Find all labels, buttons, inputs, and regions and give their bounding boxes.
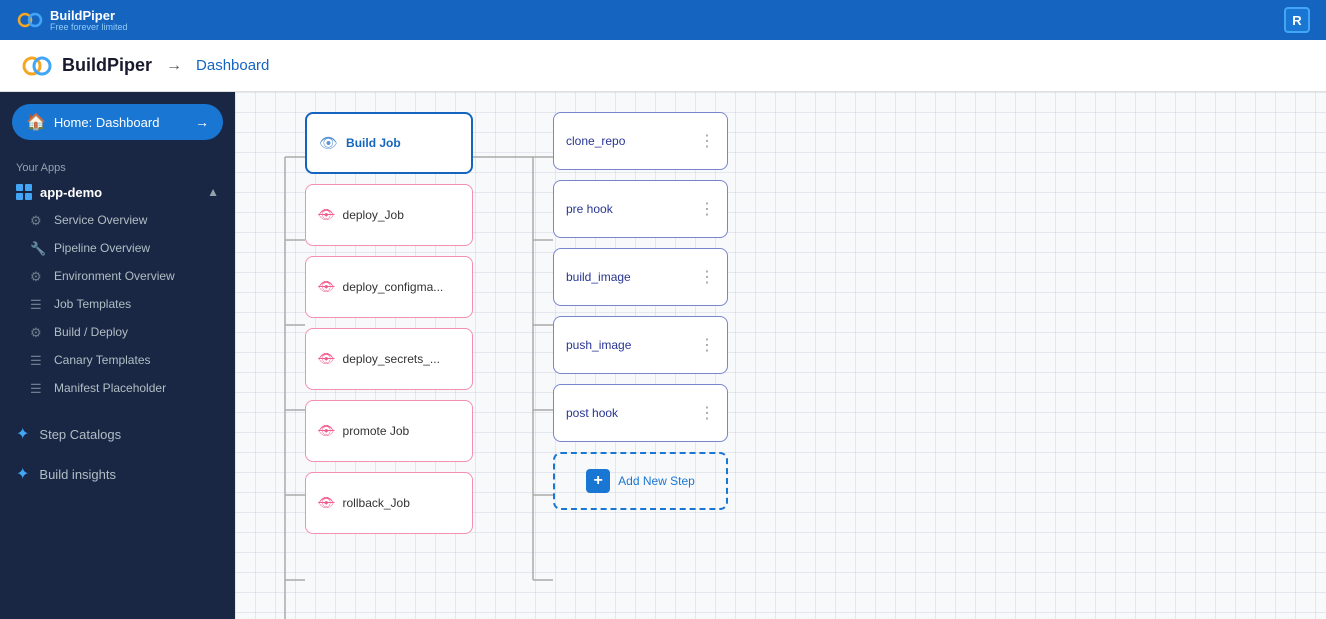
your-apps-label: Your Apps bbox=[0, 152, 235, 178]
subbar-arrow: → bbox=[166, 57, 182, 75]
step-card-build-image[interactable]: build_image ⋮ bbox=[553, 248, 728, 306]
add-new-step-button[interactable]: + Add New Step bbox=[553, 452, 728, 510]
step-label: build_image bbox=[566, 270, 631, 284]
step-card-clone-repo[interactable]: clone_repo ⋮ bbox=[553, 112, 728, 170]
job-card-label: deploy_configma... bbox=[343, 280, 444, 294]
sidebar-item-step-catalogs[interactable]: ✦ Step Catalogs bbox=[0, 414, 235, 454]
job-card-label: deploy_Job bbox=[343, 208, 404, 222]
job-card-label: Build Job bbox=[346, 136, 401, 150]
star-icon: ✦ bbox=[16, 464, 29, 484]
eye-off-icon: 👁 bbox=[318, 423, 335, 439]
sidebar-menu: ⚙ Service Overview 🔧 Pipeline Overview ⚙… bbox=[0, 206, 235, 402]
sidebar-item-build-deploy[interactable]: ⚙ Build / Deploy bbox=[0, 318, 235, 346]
chevron-up-icon: ▲ bbox=[207, 185, 219, 199]
content-area: 👁 Build Job 👁 deploy_Job 👁 deploy_config… bbox=[235, 92, 1326, 619]
doc-icon: ☰ bbox=[30, 353, 44, 367]
gear-icon: ⚙ bbox=[30, 213, 44, 227]
home-dashboard-button[interactable]: 🏠 Home: Dashboard → bbox=[12, 104, 223, 140]
topbar: BuildPiper Free forever limited R bbox=[0, 0, 1326, 40]
sidebar-item-build-insights[interactable]: ✦ Build insights bbox=[0, 454, 235, 494]
sidebar-item-canary-templates[interactable]: ☰ Canary Templates bbox=[0, 346, 235, 374]
step-menu-icon[interactable]: ⋮ bbox=[699, 131, 715, 151]
main-layout: 🏠 Home: Dashboard → Your Apps app-demo ▲… bbox=[0, 92, 1326, 619]
subbar-app-name: BuildPiper bbox=[62, 55, 152, 76]
step-card-pre-hook[interactable]: pre hook ⋮ bbox=[553, 180, 728, 238]
job-card-label: rollback_Job bbox=[343, 496, 410, 510]
sidebar-item-service-overview[interactable]: ⚙ Service Overview bbox=[0, 206, 235, 234]
job-card-label: deploy_secrets_... bbox=[343, 352, 440, 366]
job-card-deploy-secrets[interactable]: 👁 deploy_secrets_... bbox=[305, 328, 473, 390]
job-card-rollback-job[interactable]: 👁 rollback_Job bbox=[305, 472, 473, 534]
step-card-post-hook[interactable]: post hook ⋮ bbox=[553, 384, 728, 442]
eye-off-icon: 👁 bbox=[318, 495, 335, 511]
home-btn-label: Home: Dashboard bbox=[54, 115, 187, 130]
wrench-icon: 🔧 bbox=[30, 241, 44, 255]
topbar-logo: BuildPiper Free forever limited bbox=[16, 8, 128, 32]
sidebar-item-pipeline-overview[interactable]: 🔧 Pipeline Overview bbox=[0, 234, 235, 262]
subbar: BuildPiper → Dashboard bbox=[0, 40, 1326, 92]
doc-icon: ☰ bbox=[30, 297, 44, 311]
topbar-avatar[interactable]: R bbox=[1284, 7, 1310, 33]
home-btn-arrow: → bbox=[195, 114, 209, 130]
sidebar-item-job-templates[interactable]: ☰ Job Templates bbox=[0, 290, 235, 318]
step-label: post hook bbox=[566, 406, 618, 420]
pipeline-steps-column: clone_repo ⋮ pre hook ⋮ build_image ⋮ pu… bbox=[553, 112, 728, 520]
add-step-label: Add New Step bbox=[618, 474, 695, 488]
job-card-deploy-job[interactable]: 👁 deploy_Job bbox=[305, 184, 473, 246]
step-label: clone_repo bbox=[566, 134, 625, 148]
plus-icon: + bbox=[586, 469, 610, 493]
topbar-logo-text: BuildPiper bbox=[50, 8, 128, 23]
job-card-build-job[interactable]: 👁 Build Job bbox=[305, 112, 473, 174]
job-card-label: promote Job bbox=[343, 424, 410, 438]
pipeline-jobs-column: 👁 Build Job 👁 deploy_Job 👁 deploy_config… bbox=[305, 112, 473, 544]
eye-off-icon: 👁 bbox=[318, 279, 335, 295]
step-label: pre hook bbox=[566, 202, 613, 216]
app-grid-icon bbox=[16, 184, 32, 200]
sidebar: 🏠 Home: Dashboard → Your Apps app-demo ▲… bbox=[0, 92, 235, 619]
home-icon: 🏠 bbox=[26, 112, 46, 132]
doc-icon: ☰ bbox=[30, 381, 44, 395]
step-menu-icon[interactable]: ⋮ bbox=[699, 199, 715, 219]
gear-icon: ⚙ bbox=[30, 269, 44, 283]
subbar-dashboard-link[interactable]: Dashboard bbox=[196, 57, 269, 74]
eye-icon: 👁 bbox=[319, 134, 338, 152]
step-menu-icon[interactable]: ⋮ bbox=[699, 403, 715, 423]
app-demo-header[interactable]: app-demo ▲ bbox=[0, 178, 235, 206]
job-card-promote-job[interactable]: 👁 promote Job bbox=[305, 400, 473, 462]
pipeline-canvas: 👁 Build Job 👁 deploy_Job 👁 deploy_config… bbox=[235, 92, 1326, 619]
topbar-logo-sub: Free forever limited bbox=[50, 23, 128, 32]
app-name-text: app-demo bbox=[40, 185, 102, 200]
buildpiper-logo-icon bbox=[20, 50, 52, 82]
sidebar-item-environment-overview[interactable]: ⚙ Environment Overview bbox=[0, 262, 235, 290]
star-icon: ✦ bbox=[16, 424, 29, 444]
step-menu-icon[interactable]: ⋮ bbox=[699, 335, 715, 355]
job-card-deploy-configma[interactable]: 👁 deploy_configma... bbox=[305, 256, 473, 318]
eye-off-icon: 👁 bbox=[318, 207, 335, 223]
step-menu-icon[interactable]: ⋮ bbox=[699, 267, 715, 287]
gear-icon: ⚙ bbox=[30, 325, 44, 339]
step-label: push_image bbox=[566, 338, 631, 352]
sidebar-item-manifest-placeholder[interactable]: ☰ Manifest Placeholder bbox=[0, 374, 235, 402]
eye-off-icon: 👁 bbox=[318, 351, 335, 367]
step-card-push-image[interactable]: push_image ⋮ bbox=[553, 316, 728, 374]
